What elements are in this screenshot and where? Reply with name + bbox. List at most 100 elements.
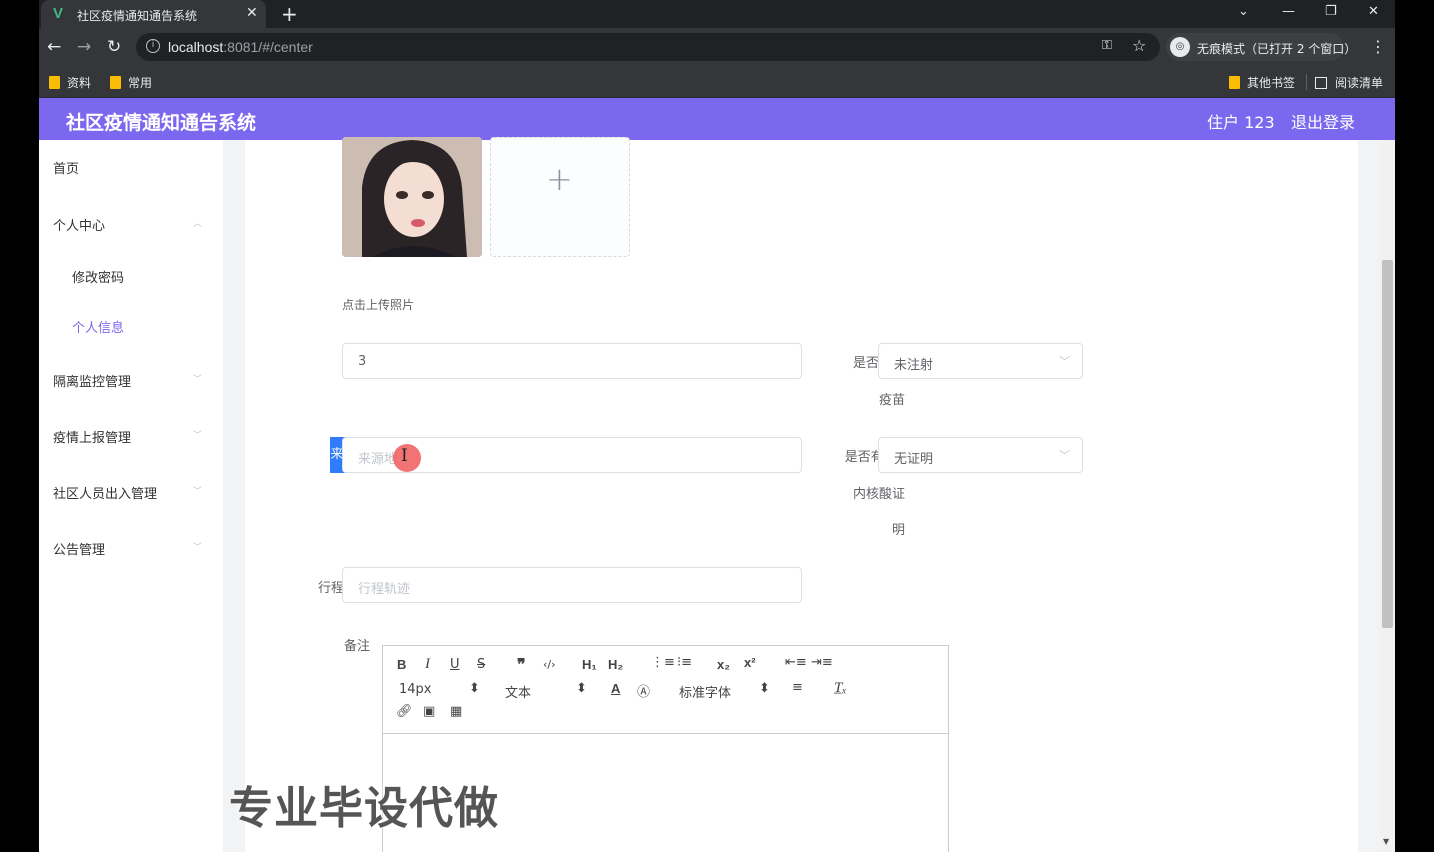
- logout-button[interactable]: 退出登录: [1291, 109, 1355, 133]
- reading-list-icon: [1315, 77, 1327, 89]
- clear-format-icon[interactable]: T̲ₓ: [834, 680, 847, 697]
- tab-strip: V 社区疫情通知通告系统 ✕ + ⌄ — ❐ ✕: [39, 0, 1395, 28]
- sidebar-item-personal-center[interactable]: 个人中心: [53, 215, 105, 234]
- subscript-icon[interactable]: x₂: [717, 657, 730, 672]
- blockquote-icon[interactable]: ❞: [517, 655, 526, 675]
- browser-menu-icon[interactable]: ⋮: [1370, 37, 1386, 56]
- header-picker-arrows-icon: ⬍: [576, 681, 587, 696]
- url-text: localhost:8081/#/center: [168, 39, 313, 55]
- nat-label-line2: 内核酸证: [852, 487, 905, 502]
- incognito-label: 无痕模式（已打开 2 个窗口）: [1197, 42, 1357, 56]
- bold-icon[interactable]: B: [397, 657, 406, 672]
- browser-tab[interactable]: V 社区疫情通知通告系统 ✕: [41, 0, 266, 28]
- bookmark-folder-1[interactable]: 资料: [49, 74, 91, 91]
- avatar-photo[interactable]: [342, 137, 482, 257]
- close-window-icon[interactable]: ✕: [1368, 4, 1379, 19]
- strike-icon[interactable]: S: [477, 657, 485, 672]
- new-tab-icon[interactable]: +: [281, 2, 298, 26]
- address-bar[interactable]: i localhost:8081/#/center ⚿ ☆: [136, 33, 1160, 61]
- watermark-text: 专业毕设代做: [229, 783, 499, 834]
- sidebar: 首页 个人中心 ︿ 修改密码 个人信息 隔离监控管理 ﹀ 疫情上报管理 ﹀ 社区…: [39, 140, 223, 852]
- code-block-icon[interactable]: ‹/›: [543, 658, 556, 671]
- sidebar-item-notice[interactable]: 公告管理: [53, 539, 105, 558]
- sidebar-item-epidemic-report[interactable]: 疫情上报管理: [53, 427, 131, 446]
- chevron-down-icon: ﹀: [193, 375, 203, 385]
- upload-button[interactable]: +: [490, 137, 630, 257]
- sidebar-item-access[interactable]: 社区人员出入管理: [53, 483, 157, 502]
- folder-icon: [1229, 76, 1240, 89]
- vaccine-label-line2: 疫苗: [878, 393, 905, 408]
- chevron-down-icon: ﹀: [1059, 449, 1070, 462]
- outdent-icon[interactable]: ⇤≡: [785, 655, 807, 670]
- sidebar-item-change-password[interactable]: 修改密码: [72, 267, 124, 286]
- back-icon[interactable]: ←: [47, 37, 61, 57]
- restore-icon[interactable]: ❐: [1325, 4, 1337, 19]
- underline-icon[interactable]: U: [450, 657, 460, 672]
- chevron-down-icon: ﹀: [193, 543, 203, 553]
- chevron-down-icon: ﹀: [193, 487, 203, 497]
- browser-toolbar: ← → ↻ i localhost:8081/#/center ⚿ ☆ ◎ 无痕…: [39, 28, 1395, 66]
- scroll-down-icon[interactable]: ▼: [1383, 837, 1389, 846]
- link-icon[interactable]: 🔗︎: [396, 704, 413, 719]
- bookmark-separator: [1306, 74, 1307, 90]
- minimize-icon[interactable]: —: [1282, 4, 1295, 19]
- track-input[interactable]: 行程轨迹: [342, 567, 802, 603]
- incognito-icon: ◎: [1170, 37, 1190, 57]
- incognito-indicator[interactable]: ◎ 无痕模式（已打开 2 个窗口）: [1166, 33, 1356, 61]
- header2-icon[interactable]: H₂: [608, 657, 623, 672]
- upload-hint: 点击上传照片: [342, 298, 415, 312]
- vue-logo-icon: V: [53, 5, 64, 22]
- vaccine-select[interactable]: 未注射 ﹀: [878, 343, 1083, 379]
- plus-icon: +: [546, 160, 573, 198]
- text-cursor-icon: I: [401, 446, 408, 466]
- nat-label-line3: 明: [891, 523, 905, 538]
- browser-window: V 社区疫情通知通告系统 ✕ + ⌄ — ❐ ✕ ← → ↻ i localho…: [39, 0, 1395, 852]
- folder-icon: [49, 76, 60, 89]
- superscript-icon[interactable]: x²: [744, 655, 756, 670]
- header-picker[interactable]: 文本: [505, 682, 531, 701]
- indent-icon[interactable]: ⇥≡: [811, 655, 833, 670]
- text-color-icon[interactable]: A: [611, 681, 620, 696]
- reload-icon[interactable]: ↻: [107, 37, 121, 57]
- site-info-icon[interactable]: i: [146, 39, 160, 53]
- video-icon[interactable]: ▦: [450, 704, 462, 719]
- editor-toolbar: B I U S ❞ ‹/› H₁ H₂ ⋮≡ ⁝≡ x₂ x² ⇤≡ ⇥≡ 14…: [382, 645, 949, 734]
- folder-icon: [110, 76, 121, 89]
- sidebar-item-quarantine[interactable]: 隔离监控管理: [53, 371, 131, 390]
- password-key-icon[interactable]: ⚿: [1102, 38, 1112, 53]
- other-bookmarks[interactable]: 其他书签: [1229, 74, 1295, 91]
- age-input[interactable]: 3: [342, 343, 802, 379]
- current-user: 住户 123: [1207, 113, 1275, 132]
- font-picker-arrows-icon: ⬍: [759, 681, 770, 696]
- app-title: 社区疫情通知通告系统: [66, 112, 257, 134]
- origin-input[interactable]: 来源地 I: [342, 437, 802, 473]
- bookmark-folder-2[interactable]: 常用: [110, 74, 152, 91]
- header1-icon[interactable]: H₁: [582, 657, 597, 672]
- note-label: 备注: [343, 639, 370, 654]
- forward-icon[interactable]: →: [77, 37, 91, 57]
- scrollbar-thumb[interactable]: [1382, 260, 1393, 628]
- main-content: + 点击上传照片 年龄 3 是否注射 疫苗 未注射 ﹀ 来源地 来源地 I 是否…: [229, 137, 1358, 852]
- font-picker[interactable]: 标准字体: [679, 682, 731, 701]
- sidebar-item-home[interactable]: 首页: [53, 158, 79, 177]
- reading-list[interactable]: 阅读清单: [1315, 74, 1383, 91]
- sidebar-item-personal-info[interactable]: 个人信息: [72, 317, 124, 336]
- screen-border-right: [1395, 0, 1434, 852]
- tab-title: 社区疫情通知通告系统: [77, 9, 198, 23]
- close-tab-icon[interactable]: ✕: [246, 5, 258, 21]
- bookmark-star-icon[interactable]: ☆: [1132, 36, 1146, 55]
- app-header: 社区疫情通知通告系统 住户 123 退出登录: [39, 98, 1395, 140]
- tab-search-icon[interactable]: ⌄: [1238, 4, 1249, 19]
- nat-select[interactable]: 无证明 ﹀: [878, 437, 1083, 473]
- bookmarks-bar: 资料 常用 其他书签 阅读清单: [39, 66, 1395, 98]
- page-scrollbar[interactable]: ▼: [1380, 140, 1395, 852]
- content-gutter-right: [1358, 140, 1380, 852]
- align-icon[interactable]: ≡: [792, 680, 803, 695]
- background-color-icon[interactable]: Ⓐ: [637, 681, 650, 700]
- size-picker[interactable]: 14px: [399, 682, 432, 697]
- italic-icon[interactable]: I: [425, 656, 430, 673]
- bullet-list-icon[interactable]: ⁝≡: [677, 655, 692, 670]
- ordered-list-icon[interactable]: ⋮≡: [651, 655, 675, 670]
- image-icon[interactable]: ▣: [423, 704, 435, 719]
- chevron-down-icon: ﹀: [1059, 355, 1070, 368]
